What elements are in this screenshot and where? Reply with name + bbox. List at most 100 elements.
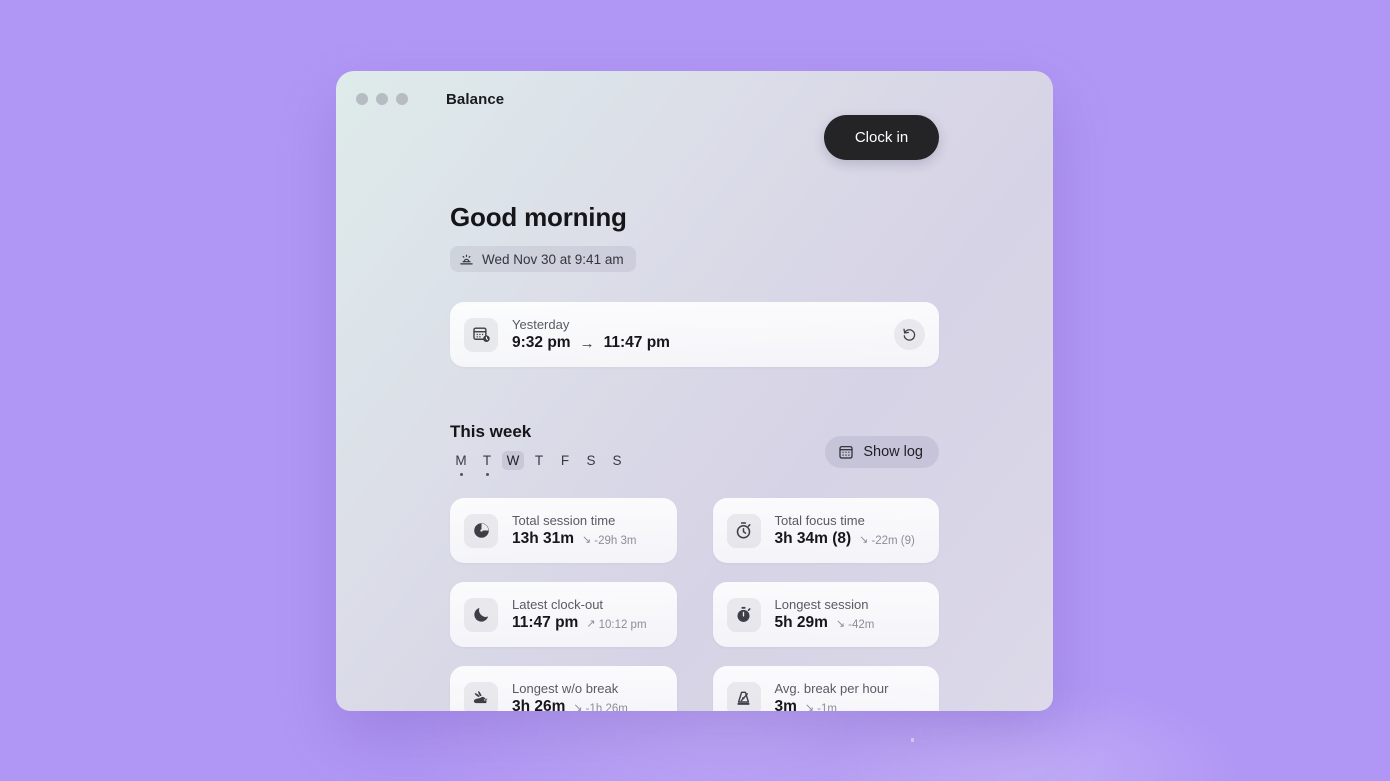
week-day-4[interactable]: F (554, 451, 576, 476)
week-day-0[interactable]: M (450, 451, 472, 476)
stat-value-row: 11:47 pm ↗ 10:12 pm (512, 614, 647, 632)
stat-label: Total focus time (774, 512, 865, 528)
week-day-letter: F (560, 453, 570, 468)
week-day-letter: W (502, 451, 524, 470)
rotate-ccw-icon (902, 327, 917, 342)
pie-clock-icon (464, 513, 498, 548)
stat-label: Longest w/o break (512, 680, 619, 696)
show-log-button[interactable]: Show log (825, 436, 939, 468)
stat-value: 13h 31m (512, 530, 575, 548)
stat-value: 11:47 pm (512, 614, 579, 632)
delta-value: -22m (9) (871, 534, 915, 547)
yesterday-start-time: 9:32 pm (512, 334, 571, 352)
week-day-5[interactable]: S (580, 451, 602, 476)
yesterday-session-card[interactable]: Yesterday 9:32 pm → 11:47 pm (450, 302, 939, 367)
title-bar: Balance (336, 71, 1053, 127)
stat-card[interactable]: Total focus time 3h 34m (8) ↘ -22m (9) (712, 498, 939, 563)
stopwatch-filled-icon (726, 597, 761, 632)
delta-arrow-icon: ↗ (586, 618, 596, 631)
stat-delta: ↘ -1h 26m (573, 703, 627, 711)
calendar-clock-icon (464, 317, 498, 352)
stat-delta: ↗ 10:12 pm (586, 619, 646, 631)
week-day-1[interactable]: T (476, 451, 498, 476)
close-button[interactable] (356, 93, 368, 105)
week-left: This week MTWTFSS (450, 422, 628, 476)
week-day-letter: S (586, 453, 596, 468)
delta-arrow-icon: ↘ (582, 534, 592, 547)
rabbit-icon (464, 681, 498, 711)
app-window: Balance Good morning Wed Nov 30 at 9:41 … (336, 71, 1053, 711)
yesterday-label: Yesterday (512, 316, 570, 332)
hero-left: Good morning Wed Nov 30 at 9:41 am (450, 127, 636, 272)
yesterday-times: 9:32 pm → 11:47 pm (512, 334, 894, 352)
week-day-dot (459, 473, 463, 476)
stat-card[interactable]: Total session time 13h 31m ↘ -29h 3m (450, 498, 677, 563)
yesterday-text: Yesterday 9:32 pm → 11:47 pm (512, 317, 894, 352)
date-pill: Wed Nov 30 at 9:41 am (450, 246, 636, 272)
metronome-icon (726, 681, 761, 711)
restore-session-button[interactable] (894, 319, 925, 350)
stat-text: Longest w/o break 3h 26m ↘ -1h 26m (512, 681, 628, 711)
delta-value: 10:12 pm (598, 618, 647, 631)
stat-label: Longest session (774, 596, 869, 612)
show-log-label: Show log (863, 444, 923, 460)
stat-label: Avg. break per hour (774, 680, 889, 696)
delta-arrow-icon: ↘ (859, 534, 869, 547)
delta-arrow-icon: ↘ (804, 702, 815, 711)
stat-value-row: 13h 31m ↘ -29h 3m (512, 530, 636, 548)
weekly-stats-grid: Total session time 13h 31m ↘ -29h 3m Total f… (450, 498, 939, 711)
content-area: Good morning Wed Nov 30 at 9:41 am Clock… (336, 115, 1053, 711)
stat-value: 3h 26m (512, 698, 566, 711)
stat-card[interactable]: Avg. break per hour 3m ↘ -1m (712, 666, 939, 711)
hero-row: Good morning Wed Nov 30 at 9:41 am Clock… (450, 115, 939, 272)
week-day-dot (485, 473, 489, 476)
stopwatch-outline-icon (726, 513, 761, 548)
traffic-lights (356, 93, 408, 105)
week-day-6[interactable]: S (606, 451, 628, 476)
delta-arrow-icon: ↘ (573, 702, 583, 711)
stat-text: Longest session 5h 29m ↘ -42m (775, 597, 875, 633)
stat-value: 3m (774, 698, 797, 711)
stat-value-row: 3h 34m (8) ↘ -22m (9) (775, 530, 915, 548)
app-title: Balance (446, 90, 505, 108)
week-title: This week (450, 422, 532, 441)
stat-delta: ↘ -29h 3m (582, 535, 636, 547)
stat-card[interactable]: Latest clock-out 11:47 pm ↗ 10:12 pm (450, 582, 677, 647)
stat-text: Total focus time 3h 34m (8) ↘ -22m (9) (775, 513, 915, 549)
week-day-2[interactable]: W (502, 451, 524, 476)
yesterday-end-time: 11:47 pm (603, 334, 670, 352)
delta-value: -42m (848, 618, 875, 631)
clock-in-button[interactable]: Clock in (824, 115, 939, 160)
stat-value-row: 3m ↘ -1m (775, 698, 889, 711)
week-day-dot (512, 473, 515, 476)
week-day-3[interactable]: T (528, 451, 550, 476)
delta-value: -29h 3m (594, 534, 637, 547)
page-title: Good morning (450, 202, 627, 232)
delta-value: -1h 26m (585, 702, 628, 711)
stat-card[interactable]: Longest session 5h 29m ↘ -42m (712, 582, 939, 647)
moon-icon (464, 597, 498, 632)
calendar-grid-icon (838, 444, 854, 460)
week-day-letter: M (455, 453, 467, 468)
stat-text: Avg. break per hour 3m ↘ -1m (775, 681, 889, 711)
zoom-button[interactable] (396, 93, 408, 105)
week-day-dot (538, 473, 541, 476)
minimize-button[interactable] (376, 93, 388, 105)
stat-label: Latest clock-out (512, 596, 604, 612)
background-speck (911, 738, 914, 742)
date-pill-text: Wed Nov 30 at 9:41 am (482, 251, 624, 267)
stat-label: Total session time (512, 512, 616, 528)
week-day-letter: T (482, 453, 492, 468)
delta-value: -1m (817, 702, 837, 711)
stat-value-row: 5h 29m ↘ -42m (775, 614, 875, 632)
week-day-dot (616, 473, 619, 476)
stat-value: 5h 29m (774, 614, 828, 632)
week-day-dot (590, 473, 593, 476)
stat-text: Total session time 13h 31m ↘ -29h 3m (512, 513, 636, 549)
stat-card[interactable]: Longest w/o break 3h 26m ↘ -1h 26m (450, 666, 677, 711)
stat-value: 3h 34m (8) (774, 530, 852, 548)
week-day-letter: S (612, 453, 622, 468)
week-day-letter: T (534, 453, 544, 468)
sunrise-icon (459, 252, 474, 267)
delta-arrow-icon: ↘ (835, 618, 846, 631)
